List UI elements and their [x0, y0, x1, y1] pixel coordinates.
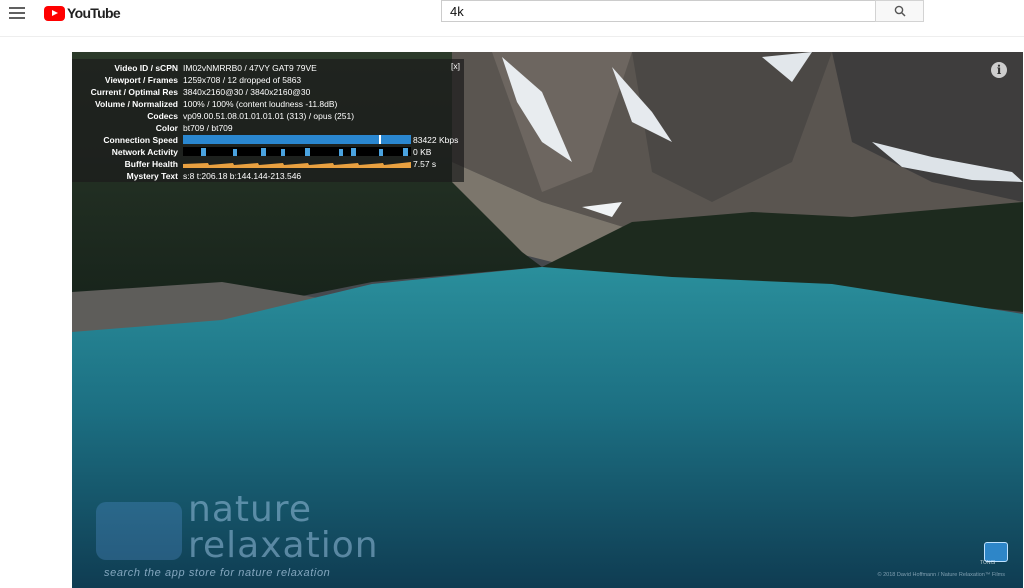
stat-label: Volume / Normalized	[95, 99, 178, 109]
watermark-title-line2: relaxation	[188, 525, 379, 566]
logo-text: YouTube	[67, 5, 121, 21]
network-activity-graph	[183, 147, 411, 156]
stat-label: Mystery Text	[126, 171, 178, 181]
stat-value: bt709 / bt709	[183, 123, 233, 133]
connection-speed-graph	[183, 135, 411, 144]
info-icon[interactable]: i	[991, 62, 1007, 78]
search-button[interactable]	[875, 0, 924, 22]
stat-label: Current / Optimal Res	[90, 87, 178, 97]
stat-label: Network Activity	[111, 147, 178, 157]
stat-row-connection-speed: Connection Speed 83422 Kbps	[72, 134, 464, 146]
stat-label: Viewport / Frames	[104, 75, 178, 85]
app-icon-label: TONIS	[980, 560, 996, 566]
stat-value: s:8 t:206.18 b:144.144-213.546	[183, 171, 302, 181]
stat-label: Color	[155, 123, 178, 133]
watermark-subtitle: search the app store for nature relaxati…	[104, 567, 331, 579]
stat-label: Video ID / sCPN	[114, 63, 178, 73]
stat-label: Buffer Health	[124, 159, 178, 169]
masthead: YouTube	[0, 0, 1024, 37]
stat-row-resolution: Current / Optimal Res 3840x2160@30 / 384…	[72, 86, 464, 98]
youtube-logo[interactable]: YouTube	[44, 5, 121, 21]
stat-value: 1259x708 / 12 dropped of 5863	[183, 75, 302, 85]
stat-label: Connection Speed	[103, 135, 178, 145]
stat-row-color: Color bt709 / bt709	[72, 122, 464, 134]
app-icon	[984, 542, 1008, 562]
stats-for-nerds-panel: [x] Video ID / sCPN IM02vNMRRB0 / 47VY G…	[72, 59, 464, 182]
stat-value: IM02vNMRRB0 / 47VY GAT9 79VE	[183, 63, 317, 73]
stat-row-volume: Volume / Normalized 100% / 100% (content…	[72, 98, 464, 110]
stat-row-buffer-health: Buffer Health 7.57 s	[72, 158, 464, 170]
stat-row-video-id: Video ID / sCPN IM02vNMRRB0 / 47VY GAT9 …	[72, 62, 464, 74]
stat-value: vp09.00.51.08.01.01.01.01 (313) / opus (…	[183, 111, 355, 121]
search-input[interactable]	[441, 0, 875, 22]
nature-relaxation-logo-icon	[96, 502, 182, 560]
watermark-title-line1: nature	[188, 489, 312, 530]
stat-label: Codecs	[147, 111, 178, 121]
stat-value: 7.57 s	[413, 159, 437, 169]
stat-row-mystery-text: Mystery Text s:8 t:206.18 b:144.144-213.…	[72, 170, 464, 182]
stat-row-codecs: Codecs vp09.00.51.08.01.01.01.01 (313) /…	[72, 110, 464, 122]
stat-row-network-activity: Network Activity 0 KB	[72, 146, 464, 158]
stat-value: 100% / 100% (content loudness -11.8dB)	[183, 99, 338, 109]
hamburger-menu-icon[interactable]	[9, 7, 25, 21]
video-player[interactable]: i [x] Video ID / sCPN IM02vNMRRB0 / 47VY…	[72, 52, 1023, 588]
buffer-health-graph	[183, 162, 411, 168]
youtube-logo-icon	[44, 5, 65, 21]
stat-value: 83422 Kbps	[413, 135, 459, 145]
stat-row-viewport: Viewport / Frames 1259x708 / 12 dropped …	[72, 74, 464, 86]
stat-value: 3840x2160@30 / 3840x2160@30	[183, 87, 311, 97]
search-icon	[894, 5, 906, 17]
video-credit: © 2018 David Hoffmann / Nature Relaxatio…	[877, 572, 1005, 578]
stat-value: 0 KB	[413, 147, 432, 157]
